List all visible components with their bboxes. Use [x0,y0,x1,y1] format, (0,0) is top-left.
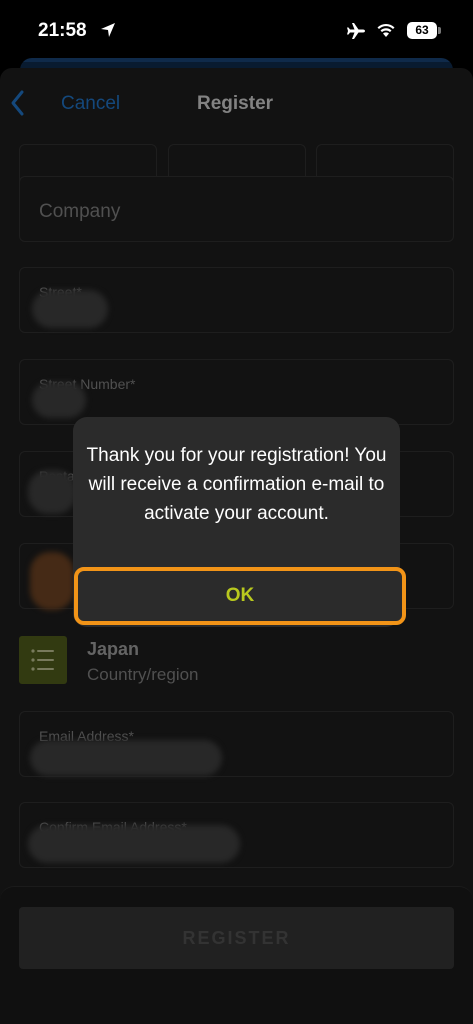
confirmation-alert: Thank you for your registration! You wil… [73,417,406,627]
airplane-icon [347,23,365,39]
ok-button[interactable]: OK [74,567,406,625]
status-bar: 21:58 63 [0,0,473,62]
battery-cap [438,27,441,34]
wifi-icon [377,23,395,37]
status-time: 21:58 [38,20,87,41]
alert-message: Thank you for your registration! You wil… [86,445,387,524]
battery-indicator: 63 [407,22,437,39]
location-arrow-icon [101,23,115,37]
